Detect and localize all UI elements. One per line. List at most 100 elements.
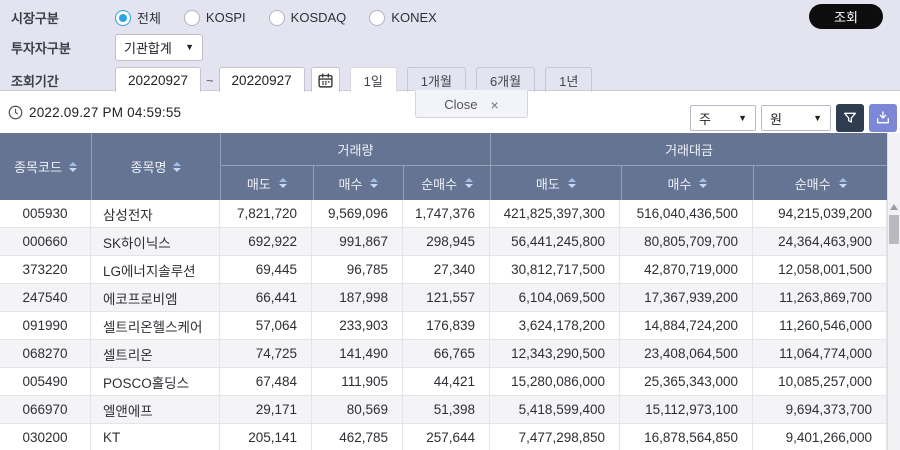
table-row[interactable]: 030200 KT 205,141 462,785 257,644 7,477,298,8… xyxy=(0,424,887,450)
radio-market-all[interactable]: 전체 xyxy=(115,8,161,27)
cell-val_sell: 56,441,245,800 xyxy=(490,228,620,255)
column-header-label: 매수 xyxy=(338,176,363,192)
filter-button[interactable] xyxy=(836,104,864,132)
investor-select[interactable]: 기관합계 ▼ xyxy=(115,34,203,61)
table-row[interactable]: 000660 SK하이닉스 692,922 991,867 298,945 56,441,… xyxy=(0,228,887,256)
sort-icon xyxy=(838,178,847,188)
cell-vol_net: 1,747,376 xyxy=(403,200,490,227)
scrollbar-thumb[interactable] xyxy=(889,215,899,244)
cell-vol_net: 66,765 xyxy=(403,340,490,367)
column-header-value-net[interactable]: 순매수 xyxy=(753,166,887,200)
tab-close[interactable]: Close × xyxy=(415,90,528,118)
cell-code: 030200 xyxy=(0,424,91,450)
cell-code: 091990 xyxy=(0,312,91,339)
cell-val_buy: 14,884,724,200 xyxy=(620,312,753,339)
unit-select-won[interactable]: 원 ▼ xyxy=(761,105,831,131)
start-date-input[interactable] xyxy=(115,67,201,94)
market-label: 시장구분 xyxy=(11,11,59,26)
cell-name: KT xyxy=(91,424,220,450)
cell-val_buy: 17,367,939,200 xyxy=(620,284,753,311)
calendar-icon xyxy=(318,73,333,88)
cell-code: 005930 xyxy=(0,200,91,227)
cell-val_net: 24,364,463,900 xyxy=(753,228,887,255)
column-header-volume-sell[interactable]: 매도 xyxy=(221,166,313,200)
radio-market-konex[interactable]: KONEX xyxy=(369,9,437,26)
radio-icon xyxy=(115,9,131,26)
investor-select-value: 기관합계 xyxy=(124,41,172,56)
cell-val_buy: 516,040,436,500 xyxy=(620,200,753,227)
cell-vol_buy: 141,490 xyxy=(312,340,403,367)
cell-code: 005490 xyxy=(0,368,91,395)
radio-market-kospi[interactable]: KOSPI xyxy=(183,9,246,26)
table-row[interactable]: 066970 엘앤에프 29,171 80,569 51,398 5,418,599,40… xyxy=(0,396,887,424)
radio-label: KOSDAQ xyxy=(290,10,347,25)
cell-name: 엘앤에프 xyxy=(91,396,220,423)
radio-icon xyxy=(369,9,386,26)
cell-vol_buy: 233,903 xyxy=(312,312,403,339)
cell-code: 247540 xyxy=(0,284,91,311)
calendar-button[interactable] xyxy=(310,67,340,94)
column-header-label: 종목명 xyxy=(130,160,167,175)
sort-icon xyxy=(567,178,576,188)
vertical-scrollbar[interactable] xyxy=(887,133,900,450)
radio-market-kosdaq[interactable]: KOSDAQ xyxy=(268,9,347,26)
table-header: 종목코드 종목명 거래량 매도 매수 순매수 거래대금 매도 매수 순매수 xyxy=(0,133,887,200)
table-row[interactable]: 005490 POSCO홀딩스 67,484 111,905 44,421 15,280,… xyxy=(0,368,887,396)
cell-vol_sell: 66,441 xyxy=(220,284,312,311)
cell-val_buy: 23,408,064,500 xyxy=(620,340,753,367)
radio-icon xyxy=(183,9,200,26)
investor-filter-row: 투자자구분 기관합계 ▼ xyxy=(0,34,900,61)
radio-icon xyxy=(268,9,285,26)
end-date-input[interactable] xyxy=(218,67,305,94)
column-group-volume: 거래량 매도 매수 순매수 xyxy=(220,133,490,200)
date-range-separator: ~ xyxy=(206,73,214,88)
table-row[interactable]: 373220 LG에너지솔루션 69,445 96,785 27,340 30,812,7… xyxy=(0,256,887,284)
table-row[interactable]: 005930 삼성전자 7,821,720 9,569,096 1,747,376 421… xyxy=(0,200,887,228)
cell-val_net: 12,058,001,500 xyxy=(753,256,887,283)
period-1day-button[interactable]: 1일 xyxy=(349,67,397,94)
cell-val_buy: 25,365,343,000 xyxy=(620,368,753,395)
cell-vol_net: 51,398 xyxy=(403,396,490,423)
column-header-label: 매수 xyxy=(667,176,692,192)
table-row[interactable]: 247540 에코프로비엠 66,441 187,998 121,557 6,104,06… xyxy=(0,284,887,312)
cell-name: POSCO홀딩스 xyxy=(91,368,220,395)
cell-val_net: 11,064,774,000 xyxy=(753,340,887,367)
close-icon[interactable]: × xyxy=(491,97,499,113)
cell-val_buy: 42,870,719,000 xyxy=(620,256,753,283)
investor-label: 투자자구분 xyxy=(11,41,71,56)
cell-vol_net: 44,421 xyxy=(403,368,490,395)
cell-val_sell: 12,343,290,500 xyxy=(490,340,620,367)
table-row[interactable]: 091990 셀트리온헬스케어 57,064 233,903 176,839 3,624,… xyxy=(0,312,887,340)
unit-select-week-value: 주 xyxy=(699,111,711,127)
sort-icon xyxy=(699,178,708,188)
value-subheaders: 매도 매수 순매수 xyxy=(491,166,887,200)
period-1year-button[interactable]: 1년 xyxy=(545,67,593,94)
cell-name: SK하이닉스 xyxy=(91,228,220,255)
search-button[interactable]: 조회 xyxy=(809,4,883,29)
toolbar: 2022.09.27 PM 04:59:55 Close × 주 ▼ 원 ▼ xyxy=(0,90,900,133)
cell-vol_buy: 96,785 xyxy=(312,256,403,283)
caret-down-icon: ▼ xyxy=(738,112,747,123)
cell-val_sell: 5,418,599,400 xyxy=(490,396,620,423)
column-group-value: 거래대금 매도 매수 순매수 xyxy=(490,133,887,200)
funnel-icon xyxy=(844,112,856,123)
table-row[interactable]: 068270 셀트리온 74,725 141,490 66,765 12,343,290,… xyxy=(0,340,887,368)
column-header-volume-buy[interactable]: 매수 xyxy=(312,166,404,200)
column-header-value-sell[interactable]: 매도 xyxy=(491,166,621,200)
cell-code: 373220 xyxy=(0,256,91,283)
radio-label: KONEX xyxy=(391,10,437,25)
cell-vol_buy: 111,905 xyxy=(312,368,403,395)
scroll-up-arrow-icon[interactable] xyxy=(890,204,898,210)
radio-label: 전체 xyxy=(137,11,161,26)
column-group-value-title: 거래대금 xyxy=(491,133,887,166)
cell-name: 에코프로비엠 xyxy=(91,284,220,311)
cell-name: 삼성전자 xyxy=(91,200,220,227)
cell-vol_net: 257,644 xyxy=(403,424,490,450)
cell-vol_net: 176,839 xyxy=(403,312,490,339)
download-button[interactable] xyxy=(869,104,897,132)
column-header-code[interactable]: 종목코드 xyxy=(0,133,91,200)
column-header-value-buy[interactable]: 매수 xyxy=(620,166,754,200)
column-header-volume-net[interactable]: 순매수 xyxy=(403,166,490,200)
unit-select-week[interactable]: 주 ▼ xyxy=(690,105,756,131)
column-header-name[interactable]: 종목명 xyxy=(91,133,220,200)
